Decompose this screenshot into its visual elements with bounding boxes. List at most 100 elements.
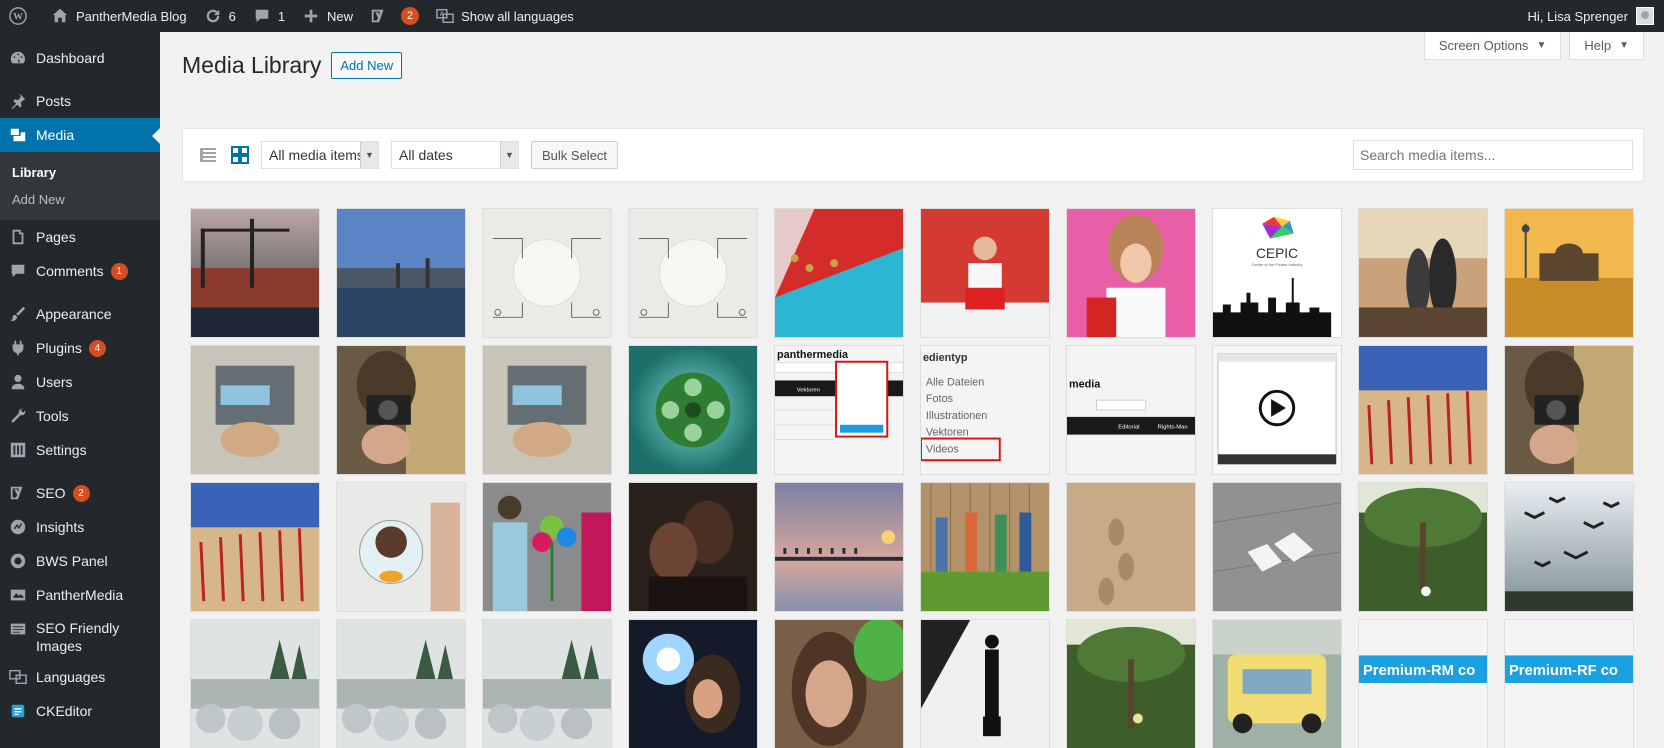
media-thumbnail[interactable] <box>1066 482 1196 612</box>
media-thumbnail[interactable] <box>1212 619 1342 748</box>
pushpin-icon <box>8 91 28 111</box>
pages-icon <box>8 227 28 247</box>
menu-insights[interactable]: Insights <box>0 510 160 544</box>
media-thumbnail[interactable] <box>628 345 758 475</box>
comment-icon <box>252 6 272 26</box>
site-name-link[interactable]: PantherMedia Blog <box>42 0 195 32</box>
media-thumbnail[interactable] <box>190 619 320 748</box>
menu-media[interactable]: Media <box>0 118 160 152</box>
media-thumbnail[interactable] <box>1358 208 1488 338</box>
media-thumbnail[interactable] <box>628 482 758 612</box>
comment-icon <box>8 261 28 281</box>
media-thumbnail[interactable] <box>1066 208 1196 338</box>
media-thumbnail[interactable] <box>1066 619 1196 748</box>
media-thumbnail[interactable] <box>336 208 466 338</box>
menu-label: Languages <box>36 669 106 685</box>
chevron-down-icon: ▼ <box>500 142 518 168</box>
user-icon <box>8 372 28 392</box>
bws-icon <box>8 551 28 571</box>
comments-badge: 1 <box>110 262 128 280</box>
menu-seo[interactable]: SEO 2 <box>0 476 160 510</box>
menu-comments[interactable]: Comments 1 <box>0 254 160 288</box>
media-thumbnail[interactable] <box>1212 482 1342 612</box>
menu-panthermedia[interactable]: PantherMedia <box>0 578 160 612</box>
languages-link[interactable]: A Show all languages <box>427 0 582 32</box>
media-thumbnail[interactable] <box>482 482 612 612</box>
menu-languages[interactable]: Languages <box>0 660 160 694</box>
media-type-filter[interactable]: All media items ▼ <box>261 141 379 169</box>
media-thumbnail[interactable]: panthermedia Vektoren <box>774 345 904 475</box>
page-title: Media Library <box>182 52 322 78</box>
media-thumbnail[interactable] <box>336 619 466 748</box>
menu-ckeditor[interactable]: CKEditor <box>0 694 160 728</box>
avatar <box>1636 7 1654 25</box>
media-thumbnail[interactable] <box>1504 345 1634 475</box>
seo-badge: 2 <box>72 484 90 502</box>
media-thumbnail[interactable] <box>628 619 758 748</box>
media-thumbnail[interactable] <box>1504 208 1634 338</box>
help-button[interactable]: Help ▼ <box>1569 32 1644 60</box>
menu-appearance[interactable]: Appearance <box>0 297 160 331</box>
menu-pages[interactable]: Pages <box>0 220 160 254</box>
menu-tools[interactable]: Tools <box>0 399 160 433</box>
list-view-icon[interactable] <box>197 144 219 166</box>
media-thumbnail[interactable]: CEPIC Centre of the Picture Industry <box>1212 208 1342 338</box>
mediatype-option: Illustrationen <box>926 410 987 422</box>
media-thumbnail[interactable] <box>336 345 466 475</box>
menu-label: Posts <box>36 93 72 109</box>
menu-plugins[interactable]: Plugins 4 <box>0 331 160 365</box>
media-thumbnail[interactable] <box>1358 482 1488 612</box>
media-thumbnail[interactable]: Premium-RM co <box>1358 619 1488 748</box>
media-thumbnail[interactable] <box>190 345 320 475</box>
menu-label: Settings <box>36 442 87 458</box>
date-filter[interactable]: All dates ▼ <box>391 141 519 169</box>
media-thumbnail[interactable] <box>190 208 320 338</box>
new-content-link[interactable]: New <box>293 0 361 32</box>
menu-bws-panel[interactable]: BWS Panel <box>0 544 160 578</box>
submenu-library[interactable]: Library <box>0 159 160 186</box>
media-thumbnail[interactable] <box>920 619 1050 748</box>
comments-link[interactable]: 1 <box>244 0 293 32</box>
screen-options-button[interactable]: Screen Options ▼ <box>1423 32 1562 60</box>
media-thumbnail[interactable] <box>482 619 612 748</box>
menu-label: Insights <box>36 519 85 535</box>
menu-settings[interactable]: Settings <box>0 433 160 467</box>
add-new-button[interactable]: Add New <box>331 52 403 79</box>
media-thumbnail[interactable]: Premium-RF co <box>1504 619 1634 748</box>
menu-label: CKEditor <box>36 703 93 719</box>
media-thumbnail[interactable] <box>774 208 904 338</box>
media-thumbnail[interactable] <box>1212 345 1342 475</box>
media-thumbnail[interactable]: edientyp Alle Dateien Fotos Illustrationen V… <box>920 345 1050 475</box>
media-thumbnail[interactable] <box>628 208 758 338</box>
updates-link[interactable]: 6 <box>195 0 244 32</box>
premium-rm-label: Premium-RM co <box>1363 663 1475 679</box>
plug-icon <box>8 338 28 358</box>
media-thumbnail[interactable] <box>482 208 612 338</box>
menu-seo-friendly-images[interactable]: SEO Friendly Images <box>0 612 160 660</box>
menu-dashboard[interactable]: Dashboard <box>0 41 160 75</box>
seo-badge: 2 <box>401 7 420 25</box>
menu-users[interactable]: Users <box>0 365 160 399</box>
media-thumbnail[interactable] <box>920 208 1050 338</box>
mediatype-option: Videos <box>926 443 959 455</box>
media-thumbnail[interactable] <box>1358 345 1488 475</box>
media-thumbnail[interactable] <box>774 482 904 612</box>
brand-text: media <box>1069 378 1101 390</box>
menu-label: Dashboard <box>36 50 105 66</box>
grid-view-icon[interactable] <box>229 144 251 166</box>
seo-link[interactable]: 2 <box>361 0 427 32</box>
media-thumbnail[interactable] <box>190 482 320 612</box>
bulk-select-button[interactable]: Bulk Select <box>531 141 619 169</box>
search-input[interactable] <box>1353 140 1633 170</box>
media-thumbnail[interactable] <box>774 619 904 748</box>
submenu-add-new[interactable]: Add New <box>0 186 160 213</box>
media-thumbnail[interactable] <box>482 345 612 475</box>
media-thumbnail[interactable] <box>920 482 1050 612</box>
media-thumbnail[interactable]: media Editorial Rights-Man <box>1066 345 1196 475</box>
menu-posts[interactable]: Posts <box>0 84 160 118</box>
media-thumbnail[interactable] <box>336 482 466 612</box>
my-account[interactable]: Hi, Lisa Sprenger <box>1528 7 1664 25</box>
wp-logo[interactable]: W <box>0 0 42 32</box>
media-thumbnail[interactable] <box>1504 482 1634 612</box>
mediatype-option: Alle Dateien <box>926 376 984 388</box>
